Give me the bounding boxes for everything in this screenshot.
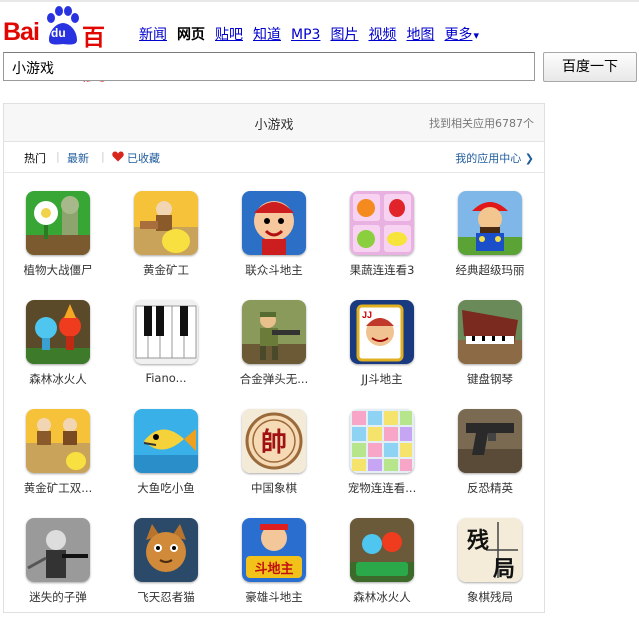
tab-favorites[interactable]: 已收藏 [127, 150, 160, 166]
baidu-logo[interactable]: Bai du 百度 [3, 6, 125, 85]
pet-match-icon [350, 409, 414, 473]
panel-tabs: 热门 | 最新 | 已收藏 我的应用中心 ❯ [4, 142, 544, 173]
haoxiong-doudizhu-icon: 斗地主 [242, 518, 306, 582]
app-name: 宠物连连看... [347, 481, 417, 495]
endgame-text-1: 残 [467, 528, 489, 554]
nav-mp3[interactable]: MP3 [291, 27, 320, 43]
grand-piano-icon [458, 300, 522, 364]
app-item[interactable]: 宠物连连看... [332, 409, 436, 513]
nav-web[interactable]: 网页 [177, 24, 205, 44]
fire-ice-icon [26, 300, 90, 364]
search-value: 小游戏 [12, 61, 54, 77]
logo-text-du: du [51, 26, 66, 40]
endgame-text-2: 局 [493, 556, 515, 582]
lost-bullet-icon [26, 518, 90, 582]
app-name: Fiano... [145, 371, 187, 385]
gold-miner-icon [134, 191, 198, 255]
chess-endgame-icon: 残 局 [458, 518, 522, 582]
app-name: 果蔬连连看3 [349, 263, 415, 277]
app-item[interactable]: 键盘钢琴 [440, 300, 544, 404]
nav-video[interactable]: 视频 [368, 24, 396, 44]
nav-more[interactable]: 更多 [444, 24, 472, 44]
fish-icon [134, 409, 198, 473]
nav-zhidao[interactable]: 知道 [253, 24, 281, 44]
app-item[interactable]: 森林冰火人 [8, 300, 112, 404]
app-item[interactable]: 飞天忍者猫 [116, 518, 220, 622]
fruit-match-icon [350, 191, 414, 255]
app-item[interactable]: 反恐精英 [440, 409, 544, 513]
search-input[interactable]: 小游戏 [3, 52, 535, 81]
chess-piece-text: 帥 [261, 428, 287, 458]
result-count: 找到相关应用6787个 [429, 117, 534, 130]
app-item[interactable]: 合金弹头无... [224, 300, 328, 404]
app-item[interactable]: 果蔬连连看3 [332, 191, 436, 295]
app-name: 中国象棋 [251, 481, 297, 495]
nav-map[interactable]: 地图 [406, 24, 434, 44]
app-item[interactable]: 联众斗地主 [224, 191, 328, 295]
app-name: 大鱼吃小鱼 [137, 481, 195, 495]
metal-slug-icon [242, 300, 306, 364]
nav-tieba[interactable]: 贴吧 [215, 24, 243, 44]
app-panel: 小游戏 找到相关应用6787个 热门 | 最新 | 已收藏 我的应用中心 ❯ 植… [3, 103, 545, 613]
app-item[interactable]: JJ JJ斗地主 [332, 300, 436, 404]
app-name: 键盘钢琴 [467, 372, 513, 386]
ninja-cat-icon [134, 518, 198, 582]
chinese-chess-icon: 帥 [242, 409, 306, 473]
app-name: 经典超级玛丽 [455, 263, 525, 277]
app-item[interactable]: 大鱼吃小鱼 [116, 409, 220, 513]
nav-images[interactable]: 图片 [330, 24, 358, 44]
my-app-center-link[interactable]: 我的应用中心 ❯ [455, 150, 534, 166]
fire-ice-2-icon [350, 518, 414, 582]
app-item[interactable]: 植物大战僵尸 [8, 191, 112, 295]
app-item[interactable]: 黄金矿工 [116, 191, 220, 295]
app-item[interactable]: 斗地主 豪雄斗地主 [224, 518, 328, 622]
plants-zombies-icon [26, 191, 90, 255]
tab-latest[interactable]: 最新 [67, 150, 89, 166]
app-item[interactable]: 黄金矿工双... [8, 409, 112, 513]
search-button[interactable]: 百度一下 [543, 52, 637, 82]
app-name: JJ斗地主 [361, 372, 403, 386]
app-name: 反恐精英 [467, 481, 513, 495]
tab-hot[interactable]: 热门 [24, 150, 46, 166]
jj-doudizhu-icon: JJ [350, 300, 414, 364]
app-item[interactable]: 森林冰火人 [332, 518, 436, 622]
counter-strike-icon [458, 409, 522, 473]
tab-separator: | [101, 150, 105, 163]
app-name: 植物大战僵尸 [23, 263, 93, 277]
top-nav: 新闻 网页 贴吧 知道 MP3 图片 视频 地图 更多▾ [139, 24, 479, 44]
logo-text-bai: Bai [3, 18, 40, 46]
nav-news[interactable]: 新闻 [139, 24, 167, 44]
lianzhong-doudizhu-icon [242, 191, 306, 255]
app-name: 联众斗地主 [245, 263, 303, 277]
top-border [0, 0, 639, 2]
app-name: 森林冰火人 [29, 372, 87, 386]
panel-header: 小游戏 找到相关应用6787个 [4, 104, 544, 142]
app-name: 合金弹头无... [239, 372, 309, 386]
app-item[interactable]: 迷失的子弹 [8, 518, 112, 622]
app-item[interactable]: Fiano... [116, 300, 220, 404]
app-name: 黄金矿工 [143, 263, 189, 277]
tab-separator: | [56, 150, 60, 163]
app-name: 黄金矿工双... [23, 481, 93, 495]
doudizhu-icon-text: 斗地主 [254, 561, 293, 577]
app-item[interactable]: 残 局 象棋残局 [440, 518, 544, 622]
chevron-down-icon[interactable]: ▾ [473, 29, 479, 42]
gold-miner-double-icon [26, 409, 90, 473]
super-mario-icon [458, 191, 522, 255]
app-item[interactable]: 经典超级玛丽 [440, 191, 544, 295]
jj-icon-text: JJ [362, 310, 372, 320]
app-item[interactable]: 帥 中国象棋 [224, 409, 328, 513]
heart-icon [112, 151, 124, 162]
piano-keys-icon [134, 300, 198, 364]
